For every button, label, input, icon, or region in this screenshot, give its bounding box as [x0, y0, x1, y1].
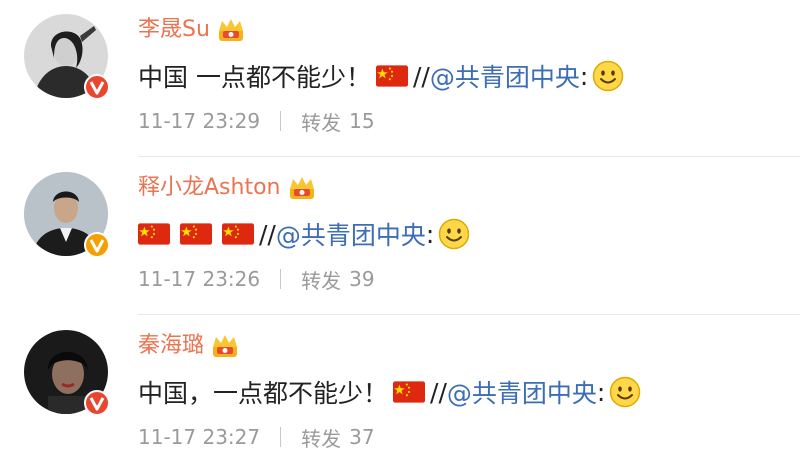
smile-emoji-icon: [592, 60, 624, 92]
vip-crown-icon: [289, 177, 314, 199]
username-row: 李晟Su: [138, 12, 246, 48]
china-flag-icon: [375, 65, 408, 87]
mention-link[interactable]: @共青团中央: [276, 216, 426, 252]
divider: [138, 314, 800, 315]
timestamp: 11-17 23:27: [138, 425, 261, 449]
repost-separator: //: [430, 377, 447, 407]
meta-divider: [280, 427, 282, 447]
repost-button[interactable]: 转发: [301, 265, 341, 294]
username-row: 释小龙Ashton: [138, 170, 317, 206]
comment-feed: 李晟Su 中国 一点都不能少！ // @共青团中央 : 11-17 23:29 …: [0, 0, 800, 476]
vip-crown-icon: [218, 19, 243, 41]
timestamp: 11-17 23:26: [138, 267, 261, 291]
colon: :: [579, 61, 589, 91]
mention-link[interactable]: @共青团中央: [447, 374, 597, 410]
verified-v-icon: [84, 390, 110, 416]
comment-text: 中国，一点都不能少！ // @共青团中央 :: [138, 372, 641, 412]
comment-text: 中国 一点都不能少！ // @共青团中央 :: [138, 56, 624, 96]
verified-v-icon: [84, 74, 110, 100]
china-flag-icon: [222, 223, 254, 245]
colon: :: [425, 219, 435, 249]
comment-item: 释小龙Ashton // @共青团中央 : 11-17 23:26 转发 39: [0, 158, 800, 316]
comment-meta: 11-17 23:29 转发 15: [138, 106, 375, 136]
comment-meta: 11-17 23:26 转发 39: [138, 264, 375, 294]
repost-count: 15: [349, 109, 375, 133]
smile-emoji-icon: [609, 376, 641, 408]
timestamp: 11-17 23:29: [138, 109, 261, 133]
mention-link[interactable]: @共青团中央: [430, 58, 580, 94]
repost-separator: //: [412, 61, 430, 91]
verified-v-icon: [84, 232, 110, 258]
china-flag-icon: [180, 223, 212, 245]
colon: :: [596, 377, 606, 407]
repost-button[interactable]: 转发: [301, 107, 341, 136]
username-row: 秦海璐: [138, 328, 240, 364]
comment-item: 秦海璐 中国，一点都不能少！ // @共青团中央 : 11-17 23:27 转…: [0, 316, 800, 474]
divider: [138, 156, 800, 157]
china-flag-icon: [138, 223, 170, 245]
comment-item: 李晟Su 中国 一点都不能少！ // @共青团中央 : 11-17 23:29 …: [0, 0, 800, 158]
comment-text: // @共青团中央 :: [138, 214, 470, 254]
username[interactable]: 秦海璐: [138, 328, 204, 364]
username[interactable]: 李晟Su: [138, 12, 210, 48]
china-flag-icon: [393, 381, 426, 403]
comment-body: 中国 一点都不能少！: [138, 63, 371, 92]
repost-button[interactable]: 转发: [301, 423, 341, 452]
comment-meta: 11-17 23:27 转发 37: [138, 422, 375, 452]
vip-crown-icon: [213, 335, 238, 357]
comment-body: 中国，一点都不能少！: [138, 379, 389, 408]
repost-count: 37: [349, 425, 375, 449]
meta-divider: [280, 111, 282, 131]
repost-separator: //: [259, 219, 276, 249]
smile-emoji-icon: [438, 218, 470, 250]
username[interactable]: 释小龙Ashton: [138, 170, 281, 206]
repost-count: 39: [349, 267, 375, 291]
meta-divider: [280, 269, 282, 289]
